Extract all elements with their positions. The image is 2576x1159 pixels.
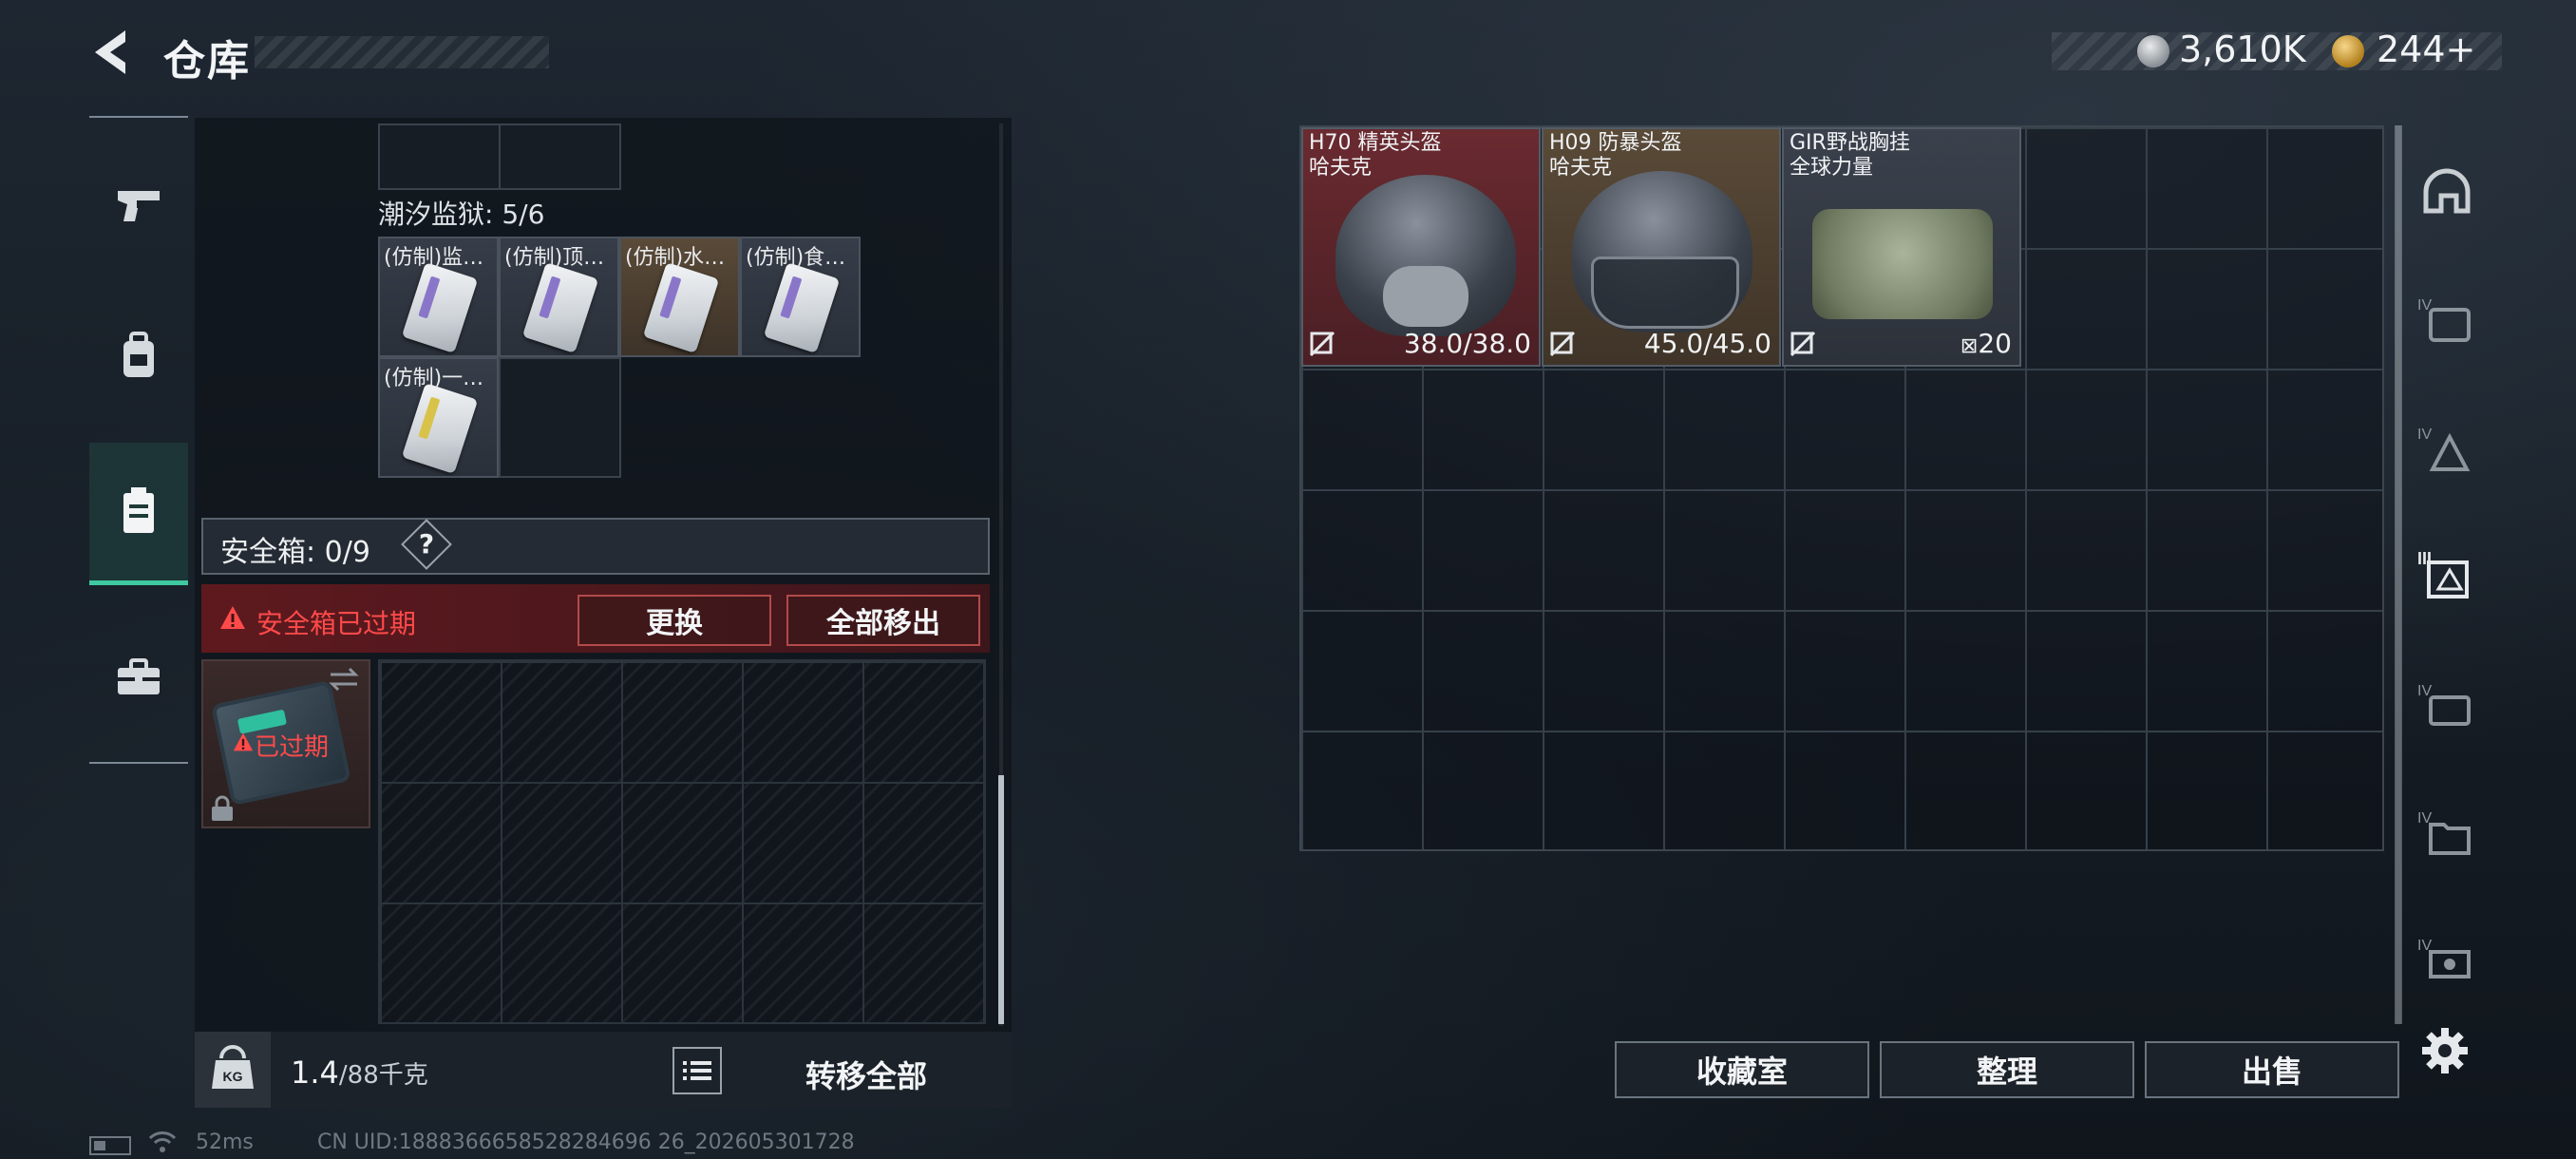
item-card[interactable]: (仿制)顶… — [499, 237, 619, 357]
no-insure-icon — [1309, 331, 1335, 357]
safe-box-locked-grid — [378, 659, 986, 1024]
gear-brand: 哈夫克 — [1309, 156, 1373, 180]
no-insure-icon — [1549, 331, 1576, 357]
ping-readout: 52ms — [196, 1130, 254, 1154]
backpack-icon — [123, 332, 154, 377]
storage-iv-icon[interactable]: IV — [2413, 671, 2481, 739]
svg-text:IV: IV — [2417, 427, 2432, 443]
durability-value: 38.0/38.0 — [1403, 328, 1531, 359]
settings-gear-icon[interactable] — [2420, 1026, 2470, 1075]
helmet-image — [1335, 175, 1516, 336]
pistol-icon — [118, 191, 160, 221]
no-insure-icon — [1790, 331, 1816, 357]
item-label: (仿制)监… — [384, 246, 484, 270]
warning-icon — [233, 732, 254, 751]
gear-item-h09-helmet[interactable]: H09 防暴头盔 哈夫克 45.0/45.0 — [1542, 127, 1781, 367]
replace-button[interactable]: 更换 — [578, 595, 771, 646]
grid-cell[interactable] — [499, 357, 621, 478]
list-view-button[interactable] — [672, 1047, 722, 1094]
weight-icon: KG — [212, 1045, 254, 1089]
keycard-icon — [401, 383, 479, 474]
storage-iv-folder-icon[interactable]: IV — [2413, 798, 2481, 866]
page-title: 仓库 — [163, 37, 251, 86]
back-arrow-icon[interactable] — [87, 27, 135, 78]
weight-readout: 1.4/88千克 — [291, 1054, 428, 1091]
gear-name: H70 精英头盔 — [1309, 131, 1442, 155]
right-rail-thumb[interactable] — [2395, 125, 2402, 1024]
uid-readout: CN UID:1888366658528284696 26_2026053017… — [317, 1130, 855, 1154]
gear-name: GIR野战胸挂 — [1790, 131, 1910, 155]
gear-name-block: H70 精英头盔 哈夫克 — [1309, 131, 1442, 180]
warning-icon — [220, 606, 245, 629]
safe-box-title: 安全箱: 0/9 — [220, 536, 370, 569]
silver-amount: 3,610K — [2179, 28, 2306, 70]
item-label: (仿制)一… — [384, 367, 484, 390]
collection-room-button[interactable]: 收藏室 — [1615, 1041, 1869, 1098]
container-section-label: 潮汐监狱: 5/6 — [378, 199, 545, 230]
capacity-value: ⊠20 — [1960, 328, 2012, 359]
weight-capacity: /88千克 — [338, 1061, 428, 1090]
container-icon — [123, 486, 154, 533]
storage-iii-icon[interactable]: III — [2413, 542, 2481, 610]
storage-iv-sign-icon[interactable]: IV — [2413, 925, 2481, 994]
weight-icon-box: KG — [195, 1032, 271, 1108]
item-card[interactable]: (仿制)水… — [619, 237, 740, 357]
grid-cell[interactable] — [378, 124, 501, 190]
grid-cell[interactable] — [499, 124, 621, 190]
armor-slot-iv-icon[interactable]: IV — [2413, 285, 2481, 353]
case-expired-label: 已过期 — [255, 733, 330, 762]
rig-slot-iv-icon[interactable]: IV — [2413, 414, 2481, 483]
gear-name-block: H09 防暴头盔 哈夫克 — [1549, 131, 1682, 180]
keycard-icon — [763, 262, 841, 353]
item-label: (仿制)食… — [746, 246, 846, 270]
swap-icon[interactable] — [327, 665, 361, 694]
nav-container-tab[interactable] — [89, 443, 188, 585]
helmet-image — [1572, 171, 1752, 332]
title-decoration — [255, 36, 549, 68]
sell-button[interactable]: 出售 — [2145, 1041, 2399, 1098]
gold-amount[interactable]: 244+ — [2377, 28, 2475, 70]
lock-icon — [212, 795, 233, 821]
wifi-icon — [148, 1131, 177, 1152]
gear-brand: 哈夫克 — [1549, 156, 1613, 180]
nav-toolbox-tab[interactable] — [89, 606, 188, 749]
gear-brand: 全球力量 — [1790, 156, 1874, 180]
helmet-slot-icon[interactable] — [2413, 158, 2481, 226]
durability-value: 45.0/45.0 — [1643, 328, 1771, 359]
item-card[interactable]: (仿制)监… — [378, 237, 499, 357]
list-icon — [683, 1061, 711, 1080]
capacity-number: 20 — [1978, 328, 2012, 359]
item-label: (仿制)水… — [625, 246, 726, 270]
item-card[interactable]: (仿制)一… — [378, 357, 499, 478]
battery-icon — [89, 1136, 131, 1155]
transfer-all-button[interactable]: 转移全部 — [805, 1053, 927, 1096]
nav-backpack-tab[interactable] — [89, 285, 188, 428]
keycard-icon — [642, 262, 720, 353]
svg-text:IV: IV — [2417, 683, 2432, 699]
silver-coin-icon — [2137, 35, 2169, 67]
weight-current: 1.4 — [291, 1054, 339, 1091]
nav-weapon-tab[interactable] — [89, 133, 188, 276]
gear-item-gir-chest-rig[interactable]: GIR野战胸挂 全球力量 ⊠20 — [1782, 127, 2021, 367]
item-card[interactable]: (仿制)食… — [740, 237, 861, 357]
svg-text:KG: KG — [223, 1069, 243, 1084]
gear-name-block: GIR野战胸挂 全球力量 — [1790, 131, 1910, 180]
item-label: (仿制)顶… — [504, 246, 605, 270]
toolbox-icon — [118, 658, 160, 694]
chest-rig-image — [1812, 209, 1993, 319]
vest-icon: ⊠ — [1960, 334, 1979, 358]
organize-button[interactable]: 整理 — [1880, 1041, 2134, 1098]
keycard-icon — [401, 262, 479, 353]
scrollbar-thumb[interactable] — [998, 775, 1004, 1024]
keycard-icon — [521, 262, 599, 353]
expired-message: 安全箱已过期 — [256, 608, 417, 639]
move-all-out-button[interactable]: 全部移出 — [786, 595, 980, 646]
help-icon: ? — [418, 528, 435, 560]
gold-coin-icon — [2332, 35, 2364, 67]
gear-name: H09 防暴头盔 — [1549, 131, 1682, 155]
gear-item-h70-helmet[interactable]: H70 精英头盔 哈夫克 38.0/38.0 — [1301, 127, 1541, 367]
